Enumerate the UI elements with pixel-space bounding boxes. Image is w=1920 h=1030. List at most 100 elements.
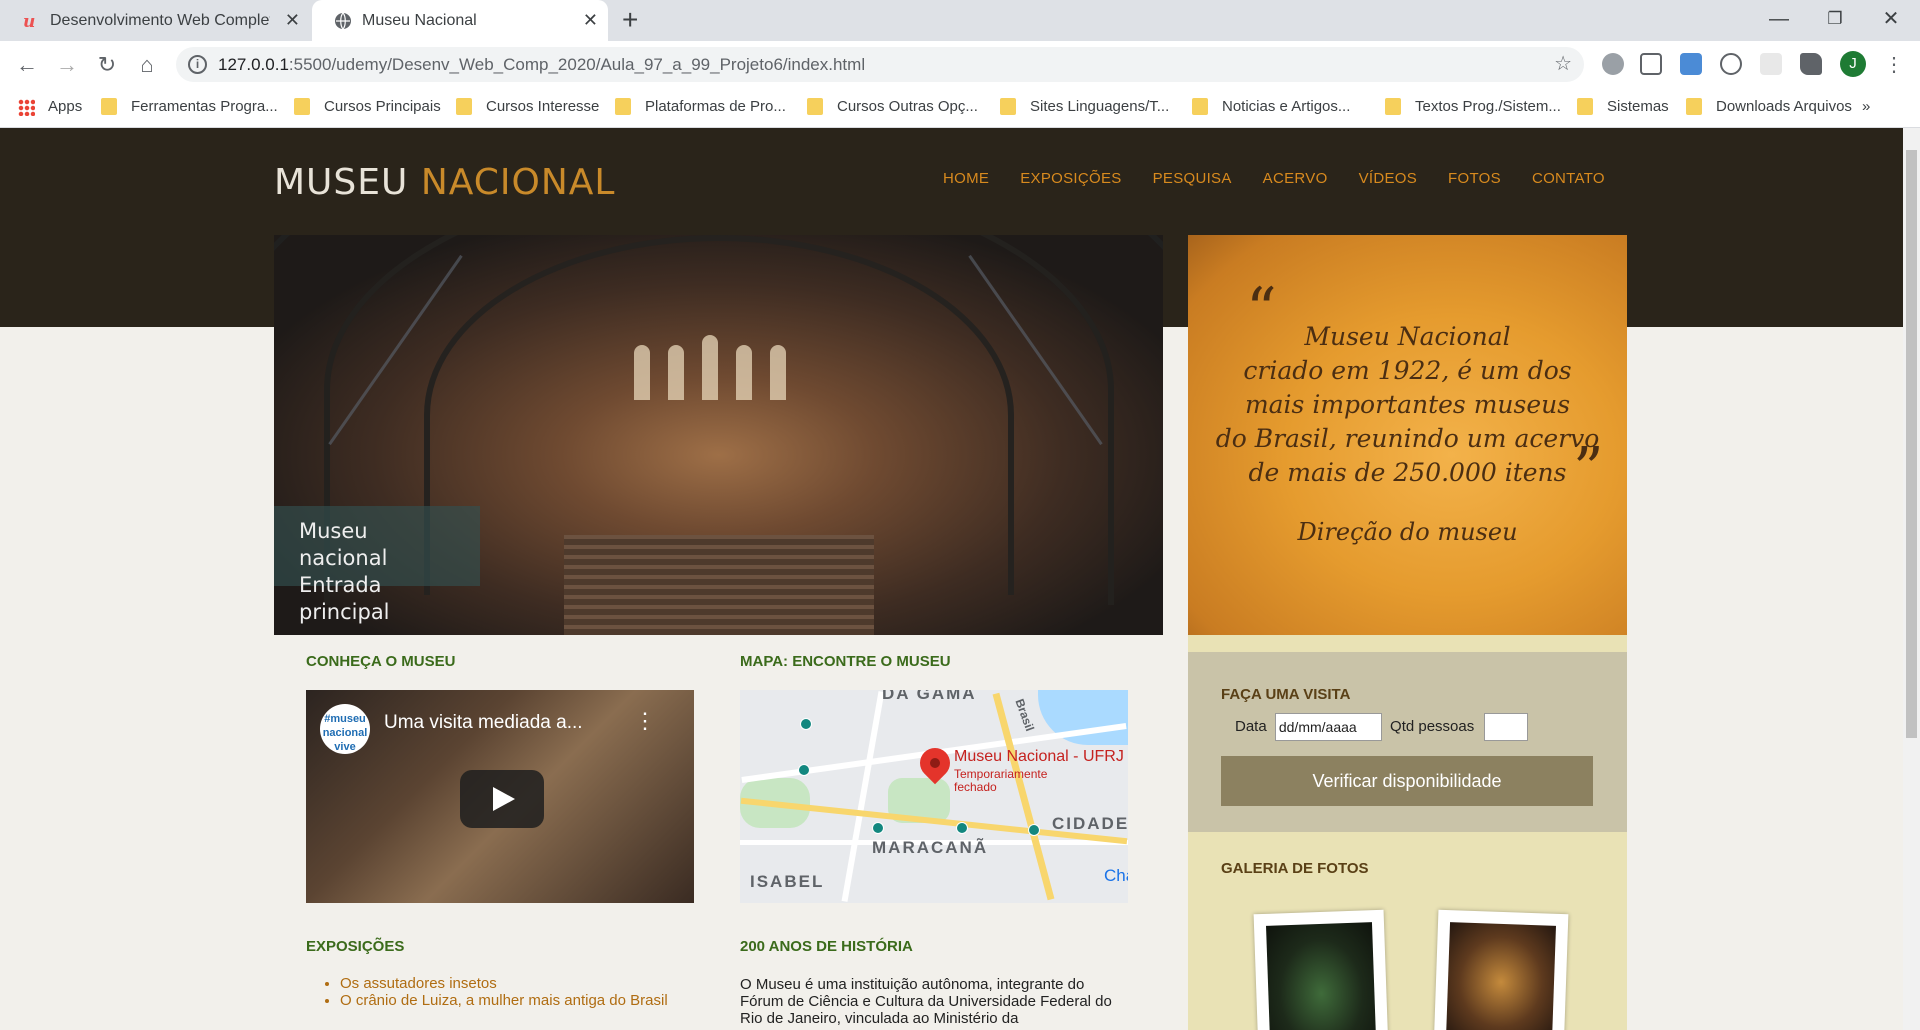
forward-button[interactable]: → (51, 49, 83, 81)
tab-title: Museu Nacional (362, 12, 477, 29)
channel-logo[interactable]: #museu nacional vive (320, 704, 370, 754)
extension-gear-icon[interactable] (1602, 53, 1624, 75)
tab-title: Desenvolvimento Web Completo (50, 12, 270, 29)
channel-logo-text: nacional (322, 727, 368, 739)
quote-close-mark: ” (1573, 435, 1604, 505)
menu-acervo[interactable]: ACERVO (1263, 170, 1328, 187)
svg-text:u: u (23, 12, 35, 30)
bookmarks-overflow-button[interactable]: » (1862, 88, 1870, 126)
bookmark-label: Downloads Arquivos (1716, 98, 1852, 115)
hero-caption: Museu nacional Entrada principal (274, 506, 480, 624)
bookmark-folder[interactable]: Downloads Arquivos (1686, 88, 1852, 126)
quote-line: de mais de 250.000 itens (1248, 458, 1567, 487)
menu-exposicoes[interactable]: EXPOSIÇÕES (1020, 170, 1121, 187)
tab-udemy[interactable]: u Desenvolvimento Web Completo ✕ (0, 0, 310, 41)
page-scrollbar[interactable] (1903, 128, 1920, 1030)
bookmark-label: Sistemas (1607, 98, 1669, 115)
menu-home[interactable]: HOME (943, 170, 989, 187)
section-title-museum: CONHEÇA O MUSEU (306, 653, 456, 670)
google-map-embed[interactable]: DA GAMA MARACANÃ CIDADE ISABEL Brasil Ch… (740, 690, 1128, 903)
tab-close-icon[interactable]: ✕ (285, 0, 300, 41)
menu-pesquisa[interactable]: PESQUISA (1153, 170, 1232, 187)
bookmark-folder[interactable]: Plataformas de Pro... (615, 88, 786, 126)
extension-circle-icon[interactable] (1720, 53, 1742, 75)
apps-grid-icon (18, 99, 35, 116)
bookmark-folder[interactable]: Cursos Interesse (456, 88, 599, 126)
video-more-icon[interactable]: ⋮ (634, 708, 656, 734)
history-text: O Museu é uma instituição autônoma, inte… (740, 976, 1112, 1027)
bookmark-apps[interactable]: Apps (18, 88, 82, 126)
menu-fotos[interactable]: FOTOS (1448, 170, 1501, 187)
bookmark-label: Sites Linguagens/T... (1030, 98, 1170, 115)
address-bar[interactable]: i 127.0.0.1:5500/udemy/Desenv_Web_Comp_2… (176, 47, 1584, 82)
map-transit-icon (956, 822, 968, 834)
menu-contato[interactable]: CONTATO (1532, 170, 1605, 187)
bookmark-label: Cursos Principais (324, 98, 441, 115)
date-input[interactable]: dd/mm/aaaa (1274, 713, 1382, 742)
logo-text-museu: MUSEU (274, 162, 409, 203)
hero-window (634, 345, 650, 400)
verify-availability-button[interactable]: Verificar disponibilidade (1221, 756, 1593, 806)
site-logo[interactable]: MUSEU NACIONAL (274, 162, 615, 203)
hero-window (736, 345, 752, 400)
minimize-button[interactable]: — (1751, 0, 1807, 41)
profile-avatar[interactable]: J (1840, 51, 1866, 77)
home-button[interactable]: ⌂ (131, 49, 163, 81)
scrollbar-thumb[interactable] (1906, 150, 1917, 738)
gallery-photo[interactable] (1433, 909, 1569, 1030)
tab-museu-nacional[interactable]: Museu Nacional ✕ (312, 0, 608, 41)
bookmark-folder[interactable]: Textos Prog./Sistem... (1385, 88, 1561, 126)
url-path: :5500/udemy/Desenv_Web_Comp_2020/Aula_97… (288, 55, 866, 74)
quote-line: do Brasil, reunindo um acervo (1215, 424, 1600, 453)
bookmark-star-icon[interactable]: ☆ (1554, 47, 1572, 82)
quote-text: Museu Nacional criado em 1922, é um dos … (1188, 320, 1627, 490)
youtube-video-embed[interactable]: #museu nacional vive Uma visita mediada … (306, 690, 694, 903)
bookmarks-bar: Apps Ferramentas Progra... Cursos Princi… (0, 88, 1920, 128)
qtd-input[interactable] (1484, 713, 1529, 742)
visit-form: Data dd/mm/aaaa Qtd pessoas (1235, 712, 1529, 742)
logo-text-nacional: NACIONAL (420, 162, 616, 203)
hero-window (702, 335, 718, 400)
bookmark-folder[interactable]: Cursos Outras Opç... (807, 88, 978, 126)
tab-close-icon[interactable]: ✕ (583, 0, 598, 41)
back-button[interactable]: ← (11, 49, 43, 81)
bookmark-folder[interactable]: Noticias e Artigos... (1192, 88, 1350, 126)
expo-link[interactable]: O crânio de Luiza, a mulher mais antiga … (340, 992, 670, 1009)
bookmark-label: Textos Prog./Sistem... (1415, 98, 1561, 115)
map-status-line: fechado (954, 780, 997, 794)
map-place-status: Temporariamente fechado (954, 768, 1047, 794)
qtd-label: Qtd pessoas (1390, 718, 1475, 735)
play-button-icon[interactable] (460, 770, 544, 828)
new-tab-button[interactable]: + (622, 4, 638, 36)
extension-blue-icon[interactable] (1680, 53, 1702, 75)
extension-white-icon[interactable] (1760, 53, 1782, 75)
maximize-button[interactable]: ❐ (1807, 0, 1863, 41)
section-title-history: 200 ANOS DE HISTÓRIA (740, 938, 913, 955)
menu-videos[interactable]: VÍDEOS (1359, 170, 1417, 187)
browser-menu-icon[interactable]: ⋮ (1878, 49, 1910, 81)
url-text[interactable]: 127.0.0.1:5500/udemy/Desenv_Web_Comp_202… (218, 47, 865, 82)
close-window-button[interactable]: ✕ (1863, 0, 1919, 41)
site-info-icon[interactable]: i (188, 55, 207, 74)
folder-icon (1686, 98, 1702, 115)
bookmark-label: Apps (48, 98, 83, 115)
bookmark-folder[interactable]: Cursos Principais (294, 88, 441, 126)
main-menu: HOME EXPOSIÇÕES PESQUISA ACERVO VÍDEOS F… (943, 170, 1636, 187)
map-label: DA GAMA (882, 690, 977, 703)
map-label: Cha (1104, 866, 1128, 885)
reload-button[interactable]: ↻ (91, 49, 123, 81)
quote-line: criado em 1922, é um dos (1243, 356, 1572, 385)
video-title[interactable]: Uma visita mediada a... (384, 712, 583, 734)
expo-link[interactable]: Os assutadores insetos (340, 975, 670, 992)
date-label: Data (1235, 718, 1267, 735)
browser-toolbar: ← → ↻ ⌂ i 127.0.0.1:5500/udemy/Desenv_We… (0, 41, 1920, 88)
map-place-name[interactable]: Museu Nacional - UFRJ (954, 748, 1124, 766)
bookmark-folder[interactable]: Sites Linguagens/T... (1000, 88, 1169, 126)
extensions-puzzle-icon[interactable] (1800, 53, 1822, 75)
bookmark-label: Cursos Outras Opç... (837, 98, 978, 115)
map-label: ISABEL (750, 872, 825, 891)
extension-screenshot-icon[interactable] (1640, 53, 1662, 75)
bookmark-folder[interactable]: Ferramentas Progra... (101, 88, 278, 126)
bookmark-folder[interactable]: Sistemas (1577, 88, 1669, 126)
gallery-photo[interactable] (1253, 909, 1389, 1030)
